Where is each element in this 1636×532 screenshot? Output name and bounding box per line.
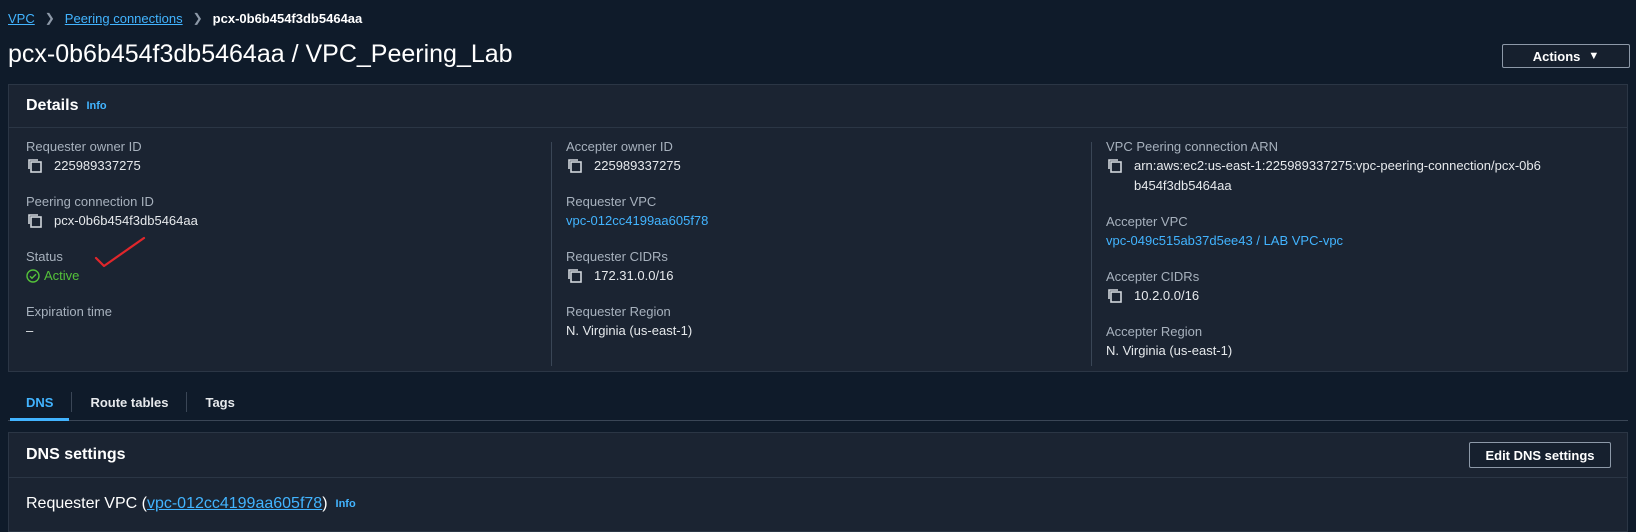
- field-label: Accepter Region: [1106, 324, 1203, 339]
- accepter-region-value: N. Virginia (us-east-1): [1106, 343, 1233, 358]
- field-value: 172.31.0.0/16: [566, 266, 1086, 286]
- dns-requester-suffix: ): [322, 495, 328, 512]
- tab-dns[interactable]: DNS: [8, 384, 71, 421]
- field-label: Requester Region: [566, 304, 671, 319]
- field-label: Accepter owner ID: [566, 139, 673, 154]
- requester-owner-id-field: Requester owner ID 225989337275: [26, 138, 546, 176]
- dns-requester-prefix: Requester VPC (: [26, 495, 147, 512]
- accepter-vpc-link[interactable]: vpc-049c515ab37d5ee43 / LAB VPC-vpc: [1106, 231, 1546, 251]
- accepter-region-field: Accepter Region N. Virginia (us-east-1): [1106, 323, 1546, 361]
- breadcrumb-peering-link[interactable]: Peering connections: [65, 11, 183, 26]
- requester-vpc-field: Requester VPC vpc-012cc4199aa605f78: [566, 193, 1086, 231]
- status-value: Active: [44, 268, 80, 283]
- breadcrumb-current: pcx-0b6b454f3db5464aa: [212, 10, 363, 26]
- accepter-cidrs-field: Accepter CIDRs 10.2.0.0/16: [1106, 268, 1546, 306]
- field-label: Requester VPC: [566, 194, 657, 209]
- expiration-time-field: Expiration time –: [26, 303, 546, 341]
- details-info-link[interactable]: Info: [86, 100, 106, 112]
- details-title: Details: [26, 97, 79, 114]
- details-body: Requester owner ID 225989337275 Peering …: [9, 128, 1627, 372]
- page-title: pcx-0b6b454f3db5464aa / VPC_Peering_Lab: [8, 40, 513, 68]
- copy-icon[interactable]: [566, 157, 584, 175]
- details-column-3: VPC Peering connection ARN arn:aws:ec2:u…: [1106, 138, 1546, 378]
- accepter-owner-id-value: 225989337275: [594, 158, 681, 173]
- field-label: Peering connection ID: [26, 194, 154, 209]
- details-column-2: Accepter owner ID 225989337275 Requester…: [566, 138, 1086, 358]
- check-circle-icon: [26, 269, 40, 283]
- expiration-time-value: –: [26, 323, 34, 338]
- dns-settings-title: DNS settings: [26, 446, 126, 463]
- dns-requester-vpc-link[interactable]: vpc-012cc4199aa605f78: [147, 495, 322, 513]
- details-header: Details Info: [9, 85, 1627, 128]
- dns-requester-row: Requester VPC ( vpc-012cc4199aa605f78 ) …: [9, 478, 1627, 530]
- field-value: 225989337275: [566, 156, 1086, 176]
- chevron-right-icon: ❯: [44, 11, 55, 25]
- field-label: Accepter VPC: [1106, 214, 1188, 229]
- requester-region-field: Requester Region N. Virginia (us-east-1): [566, 303, 1086, 341]
- actions-button[interactable]: Actions ▼: [1502, 44, 1630, 68]
- field-label: Expiration time: [26, 304, 112, 319]
- column-divider: [1091, 142, 1092, 366]
- tab-route-tables[interactable]: Route tables: [72, 384, 186, 420]
- accepter-vpc-field: Accepter VPC vpc-049c515ab37d5ee43 / LAB…: [1106, 213, 1546, 251]
- chevron-right-icon: ❯: [192, 11, 203, 25]
- requester-owner-id-value: 225989337275: [54, 158, 141, 173]
- caret-down-icon: ▼: [1588, 50, 1600, 62]
- tab-tags[interactable]: Tags: [187, 384, 252, 420]
- peering-connection-id-value: pcx-0b6b454f3db5464aa: [54, 213, 198, 228]
- copy-icon[interactable]: [1106, 157, 1124, 175]
- field-value: pcx-0b6b454f3db5464aa: [26, 211, 546, 231]
- breadcrumb-vpc-link[interactable]: VPC: [8, 11, 35, 26]
- requester-region-value: N. Virginia (us-east-1): [566, 323, 693, 338]
- arn-field: VPC Peering connection ARN arn:aws:ec2:u…: [1106, 138, 1546, 196]
- field-label: Requester CIDRs: [566, 249, 668, 264]
- details-panel: Details Info Requester owner ID 22598933…: [8, 84, 1628, 372]
- field-label: Requester owner ID: [26, 139, 142, 154]
- requester-vpc-link[interactable]: vpc-012cc4199aa605f78: [566, 211, 1086, 231]
- tab-bar: DNS Route tables Tags: [8, 384, 1628, 421]
- red-checkmark-annotation: [94, 236, 146, 268]
- requester-cidrs-field: Requester CIDRs 172.31.0.0/16: [566, 248, 1086, 286]
- accepter-cidrs-value: 10.2.0.0/16: [1134, 288, 1200, 303]
- edit-dns-settings-button[interactable]: Edit DNS settings: [1469, 442, 1611, 468]
- dns-info-link[interactable]: Info: [336, 498, 356, 510]
- copy-icon[interactable]: [1106, 287, 1124, 305]
- copy-icon[interactable]: [26, 157, 44, 175]
- accepter-owner-id-field: Accepter owner ID 225989337275: [566, 138, 1086, 176]
- column-divider: [551, 142, 552, 366]
- requester-cidrs-value: 172.31.0.0/16: [594, 268, 674, 283]
- peering-connection-id-field: Peering connection ID pcx-0b6b454f3db546…: [26, 193, 546, 231]
- field-label: VPC Peering connection ARN: [1106, 139, 1278, 154]
- field-value: 10.2.0.0/16: [1106, 286, 1546, 306]
- details-column-1: Requester owner ID 225989337275 Peering …: [26, 138, 546, 358]
- field-label: Accepter CIDRs: [1106, 269, 1200, 284]
- arn-value: arn:aws:ec2:us-east-1:225989337275:vpc-p…: [1134, 158, 1541, 193]
- actions-label: Actions: [1532, 48, 1581, 64]
- copy-icon[interactable]: [566, 267, 584, 285]
- copy-icon[interactable]: [26, 212, 44, 230]
- breadcrumb: VPC ❯ Peering connections ❯ pcx-0b6b454f…: [8, 8, 362, 28]
- status-field: Status Active: [26, 236, 546, 286]
- dns-settings-panel: DNS settings Edit DNS settings Requester…: [8, 432, 1628, 532]
- field-value: arn:aws:ec2:us-east-1:225989337275:vpc-p…: [1106, 156, 1546, 196]
- dns-settings-header: DNS settings Edit DNS settings: [9, 433, 1627, 478]
- field-value: 225989337275: [26, 156, 546, 176]
